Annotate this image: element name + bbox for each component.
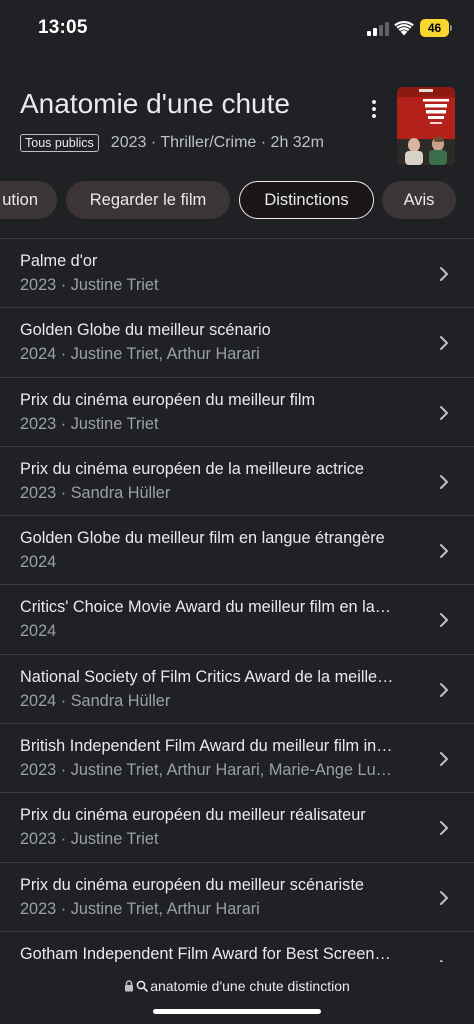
award-row[interactable]: British Independent Film Award du meille… xyxy=(0,724,474,794)
url-text: anatomie d'une chute distinction xyxy=(150,978,350,994)
tab-distribution[interactable]: ution xyxy=(0,181,57,219)
cellular-signal-icon xyxy=(367,22,389,36)
award-row[interactable]: Gotham Independent Film Award for Best S… xyxy=(0,932,474,962)
award-subtitle: 2024 · Justine Triet, Arthur Harari xyxy=(20,345,260,364)
status-time: 13:05 xyxy=(38,17,88,38)
chevron-right-icon xyxy=(440,821,448,836)
award-subtitle: 2024 xyxy=(20,553,57,572)
tab-regarder-le-film[interactable]: Regarder le film xyxy=(66,181,230,219)
movie-info: 2023 · Thriller/Crime · 2h 32m xyxy=(110,134,324,151)
award-row[interactable]: National Society of Film Critics Award d… xyxy=(0,655,474,725)
rating-badge: Tous publics xyxy=(20,134,99,152)
award-title: Golden Globe du meilleur film en langue … xyxy=(20,529,385,548)
award-title: Palme d'or xyxy=(20,252,98,270)
award-row[interactable]: Golden Globe du meilleur scénario 2024 · … xyxy=(0,308,474,378)
more-vert-icon xyxy=(372,100,376,104)
award-title: Prix du cinéma européen du meilleur réal… xyxy=(20,806,366,825)
award-title: Critics' Choice Movie Award du meilleur … xyxy=(20,598,392,617)
movie-meta: Tous publics 2023 · Thriller/Crime · 2h … xyxy=(20,134,324,152)
award-title: National Society of Film Critics Award d… xyxy=(20,667,394,686)
movie-header: Anatomie d'une chute Tous publics 2023 ·… xyxy=(0,58,474,178)
chevron-right-icon xyxy=(440,544,448,559)
chevron-right-icon xyxy=(440,613,448,628)
award-row[interactable]: Prix du cinéma européen du meilleur scén… xyxy=(0,863,474,932)
movie-title: Anatomie d'une chute xyxy=(20,88,290,119)
award-row[interactable]: Prix du cinéma européen du meilleur réal… xyxy=(0,793,474,863)
award-title: British Independent Film Award du meille… xyxy=(20,737,393,756)
chevron-right-icon xyxy=(440,474,448,489)
award-title: Prix du cinéma européen du meilleur film xyxy=(20,390,316,409)
more-options-button[interactable] xyxy=(364,98,384,120)
chevron-right-icon xyxy=(440,682,448,697)
battery-level: 46 xyxy=(427,21,442,35)
award-row[interactable]: Palme d'or 2023 · Justine Triet xyxy=(0,239,474,309)
award-row[interactable]: Prix du cinéma européen du meilleur film… xyxy=(0,378,474,447)
battery-icon: 46 xyxy=(420,19,452,37)
movie-poster-image[interactable] xyxy=(397,87,455,165)
award-subtitle: 2023 · Justine Triet, Arthur Harari xyxy=(20,899,260,918)
chevron-right-icon xyxy=(440,890,448,905)
wifi-icon xyxy=(394,20,414,36)
home-indicator[interactable] xyxy=(153,1009,321,1014)
award-row[interactable]: Golden Globe du meilleur film en langue … xyxy=(0,516,474,586)
award-row[interactable]: Prix du cinéma européen de la meilleure … xyxy=(0,447,474,517)
award-subtitle: 2024 · Sandra Hüller xyxy=(20,691,171,710)
award-subtitle: 2023 · Justine Triet xyxy=(20,276,159,294)
award-subtitle: 2023 · Justine Triet xyxy=(20,830,159,849)
award-title: Prix du cinéma européen du meilleur scén… xyxy=(20,875,364,894)
tab-avis[interactable]: Avis xyxy=(382,181,456,219)
award-subtitle: 2024 xyxy=(20,622,57,641)
chevron-right-icon xyxy=(440,752,448,767)
status-bar: 13:05 46 xyxy=(0,0,474,58)
chevron-right-icon xyxy=(440,336,448,351)
browser-bottom-bar: anatomie d'une chute distinction xyxy=(0,962,474,1024)
award-title: Prix du cinéma européen de la meilleure … xyxy=(20,459,364,478)
award-title: Golden Globe du meilleur scénario xyxy=(20,321,271,340)
award-subtitle: 2023 · Sandra Hüller xyxy=(20,483,171,502)
award-subtitle: 2023 · Justine Triet xyxy=(20,414,159,433)
awards-list: Palme d'or 2023 · Justine Triet Golden Glo… xyxy=(0,238,474,962)
award-title: Gotham Independent Film Award for Best S… xyxy=(20,944,391,962)
tab-distinctions[interactable]: Distinctions xyxy=(239,181,374,219)
address-bar[interactable]: anatomie d'une chute distinction xyxy=(0,978,474,994)
chevron-right-icon xyxy=(440,267,448,281)
lock-icon xyxy=(125,980,134,992)
award-subtitle: 2023 · Justine Triet, Arthur Harari, Mar… xyxy=(20,761,392,780)
chevron-right-icon xyxy=(440,405,448,420)
award-row[interactable]: Critics' Choice Movie Award du meilleur … xyxy=(0,585,474,655)
search-icon xyxy=(136,980,149,992)
tab-bar: ution Regarder le film Distinctions Avis xyxy=(0,181,474,219)
